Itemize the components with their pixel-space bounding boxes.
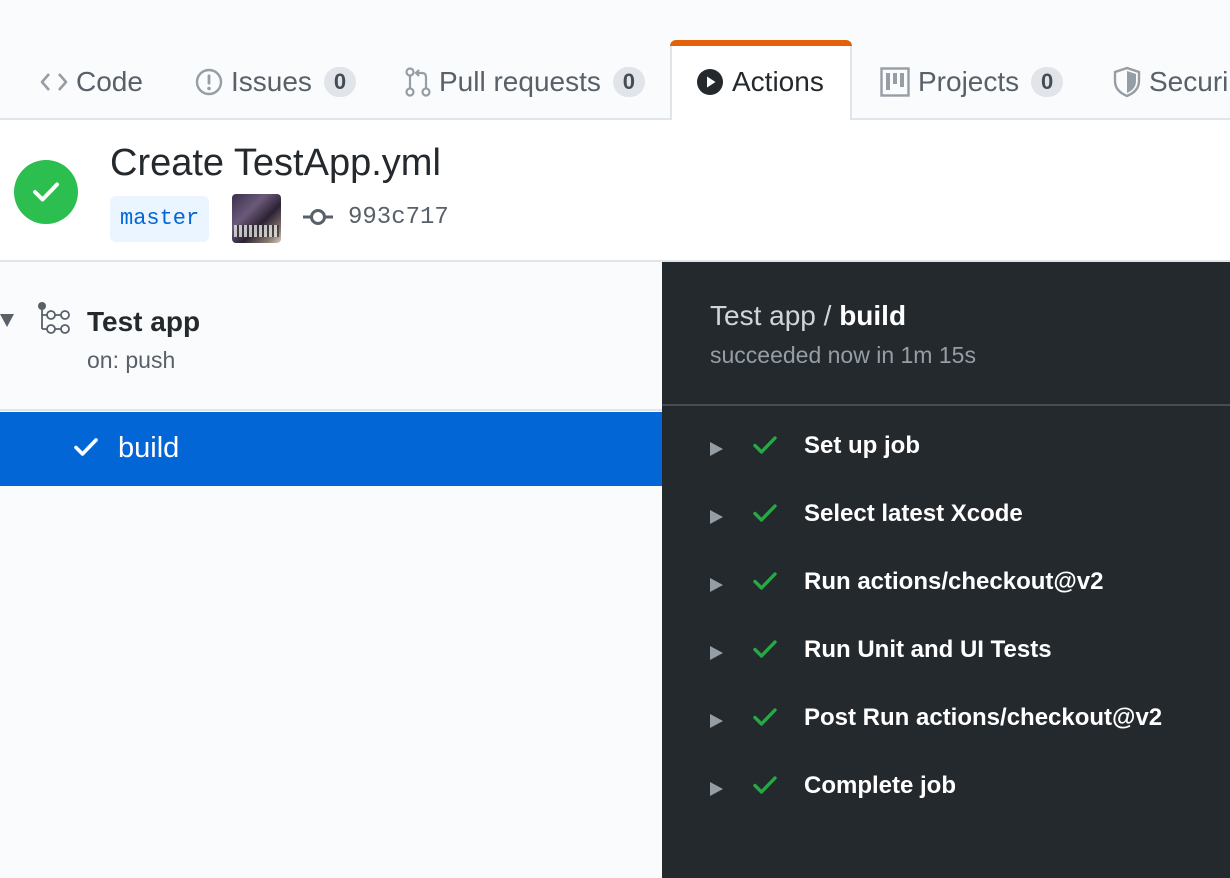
job-name-label: build (839, 300, 907, 331)
tab-pull-requests[interactable]: Pull requests 0 (405, 50, 645, 114)
tab-label: Pull requests (439, 66, 601, 97)
job-item-build[interactable]: build (0, 412, 662, 486)
workflow-trigger: on: push (87, 347, 176, 373)
expand-triangle-icon (710, 646, 723, 660)
project-icon (880, 67, 910, 97)
step-complete-job[interactable]: Complete job (662, 758, 1230, 818)
step-label: Set up job (804, 432, 920, 459)
step-run-checkout[interactable]: Run actions/checkout@v2 (662, 554, 1230, 614)
run-title: Create TestApp.yml (110, 142, 441, 184)
job-log-header: Test app / build succeeded now in 1m 15s (662, 262, 1230, 406)
job-name: build (118, 432, 180, 464)
workflow-icon (38, 302, 70, 334)
tab-security[interactable]: Securi (1113, 50, 1228, 114)
issue-icon (195, 68, 223, 96)
step-label: Post Run actions/checkout@v2 (804, 704, 1163, 731)
commit-sha-link[interactable]: 993c717 (348, 204, 449, 231)
check-icon (753, 776, 777, 794)
tab-label: Actions (732, 66, 824, 97)
workflow-name: Test app (87, 306, 201, 337)
expand-triangle-icon (710, 714, 723, 728)
job-log-panel: Test app / build succeeded now in 1m 15s… (662, 262, 1230, 878)
check-icon (74, 438, 98, 456)
pull-requests-count-badge: 0 (612, 67, 645, 97)
shield-icon (1113, 66, 1141, 98)
job-status-summary: succeeded now in 1m 15s (710, 342, 976, 368)
run-header: Create TestApp.yml master 993c717 (0, 120, 1230, 262)
projects-count-badge: 0 (1031, 67, 1064, 97)
workflow-sidebar: Test app on: push build (0, 262, 662, 878)
step-label: Run actions/checkout@v2 (804, 568, 1104, 595)
tab-actions[interactable]: Actions (696, 50, 824, 114)
step-set-up-job[interactable]: Set up job (662, 418, 1230, 478)
repo-nav-tabs: Code Issues 0 Pull requests 0 Actions Pr… (0, 0, 1230, 122)
run-success-badge (14, 160, 78, 224)
tab-issues[interactable]: Issues 0 (195, 50, 356, 114)
avatar[interactable] (232, 194, 281, 243)
check-icon (753, 640, 777, 658)
active-tab-accent (670, 40, 852, 46)
step-run-unit-and-ui-tests[interactable]: Run Unit and UI Tests (662, 622, 1230, 682)
check-icon (753, 708, 777, 726)
play-icon (696, 68, 724, 96)
check-icon (753, 436, 777, 454)
check-icon (753, 572, 777, 590)
expand-triangle-icon (710, 578, 723, 592)
tab-label: Issues (231, 66, 312, 97)
tab-label: Securi (1149, 66, 1229, 97)
step-select-latest-xcode[interactable]: Select latest Xcode (662, 486, 1230, 546)
expand-triangle-icon (710, 442, 723, 456)
collapse-triangle-icon[interactable] (0, 314, 14, 327)
tab-code[interactable]: Code (40, 50, 143, 114)
issues-count-badge: 0 (323, 67, 356, 97)
tab-label: Code (76, 66, 143, 97)
expand-triangle-icon (710, 782, 723, 796)
pull-request-icon (405, 67, 431, 97)
step-post-run-checkout[interactable]: Post Run actions/checkout@v2 (662, 690, 1230, 750)
step-label: Select latest Xcode (804, 500, 1023, 527)
step-label: Run Unit and UI Tests (804, 636, 1052, 663)
tab-projects[interactable]: Projects 0 (880, 50, 1064, 114)
code-icon (40, 71, 68, 93)
expand-triangle-icon (710, 510, 723, 524)
commit-icon (303, 209, 333, 225)
tab-label: Projects (918, 66, 1020, 97)
job-log-title: Test app / build (710, 300, 906, 332)
workflow-summary: Test app on: push (0, 262, 662, 411)
branch-label[interactable]: master (110, 196, 210, 242)
check-icon (33, 182, 59, 202)
workflow-name-label: Test app / (710, 300, 832, 331)
check-icon (753, 504, 777, 522)
step-label: Complete job (804, 772, 957, 799)
